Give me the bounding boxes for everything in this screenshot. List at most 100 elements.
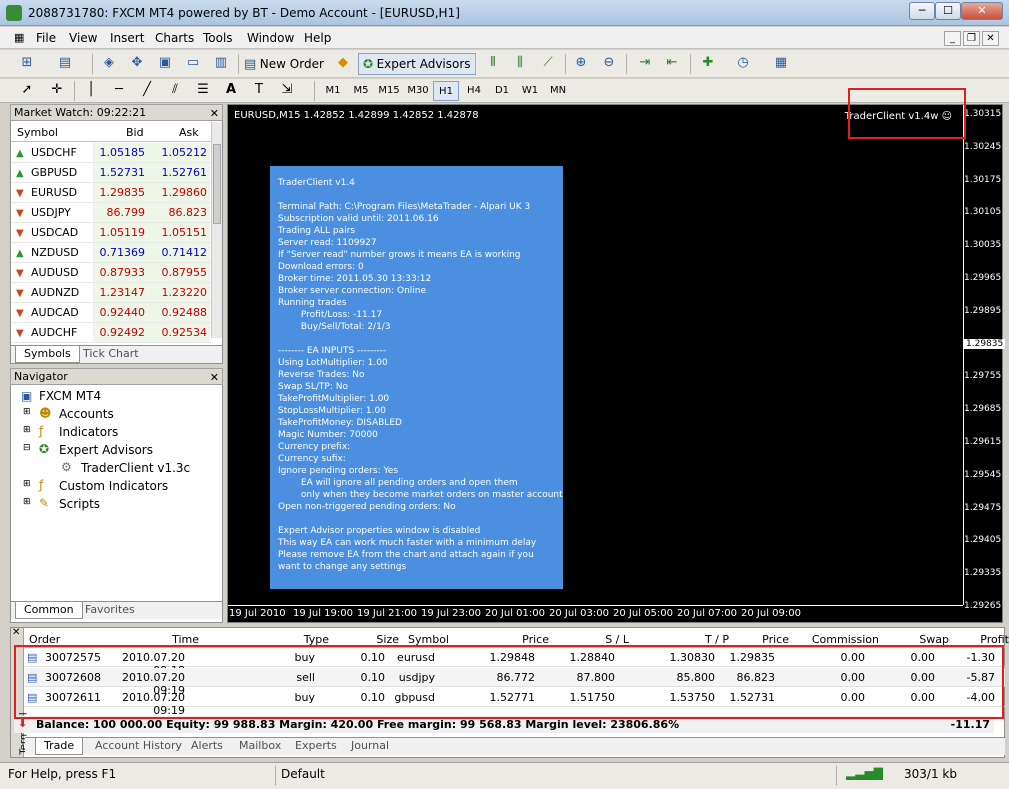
bid-value: 1.05185 (93, 143, 148, 162)
tab-symbols[interactable]: Symbols (15, 346, 80, 363)
channel-icon[interactable]: ⫽ (164, 80, 186, 100)
symbol-name: NZDUSD (31, 246, 79, 259)
mdi-minimize-button[interactable]: _ (944, 31, 961, 46)
market-watch-row[interactable]: ▼ USDJPY 86.799 86.823 (11, 203, 211, 223)
maximize-button[interactable]: ☐ (935, 2, 961, 20)
collapse-icon[interactable]: ⊟ (23, 443, 31, 453)
col-symbol[interactable]: Symbol (17, 126, 58, 139)
metaeditor-icon[interactable]: ◆ (332, 53, 354, 73)
nav-item-root[interactable]: FXCM MT4 (39, 389, 101, 403)
new-chart-icon[interactable]: ⊞ (16, 53, 38, 73)
tab-alerts[interactable]: Alerts (183, 738, 231, 755)
tab-tick-chart[interactable]: Tick Chart (75, 346, 147, 363)
chart-menu-icon[interactable]: ▦ (14, 31, 24, 44)
profiles-icon[interactable]: ▤ (54, 53, 76, 73)
nav-item-accounts[interactable]: Accounts (59, 407, 114, 421)
tf-m30[interactable]: M30 (405, 81, 431, 101)
market-watch-row[interactable]: ▲ GBPUSD 1.52731 1.52761 (11, 163, 211, 183)
tf-d1[interactable]: D1 (489, 81, 515, 101)
text-icon[interactable]: A (220, 80, 242, 100)
cursor-icon[interactable]: ➚ (16, 80, 38, 100)
tf-w1[interactable]: W1 (517, 81, 543, 101)
market-watch-row[interactable]: ▲ USDCHF 1.05185 1.05212 (11, 143, 211, 163)
status-bar: For Help, press F1 Default ▂▃▅▇ 303/1 kb (0, 762, 1009, 789)
periods-icon[interactable]: ◷ (732, 53, 754, 73)
tf-h4[interactable]: H4 (461, 81, 487, 101)
zoom-in-icon[interactable]: ⊕ (570, 53, 592, 73)
close-icon[interactable]: ✕ (210, 370, 219, 386)
close-icon[interactable]: ✕ (210, 106, 219, 122)
menu-charts[interactable]: Charts (155, 31, 194, 45)
expand-icon[interactable]: ⊞ (23, 479, 31, 489)
tester-icon[interactable]: ▥ (210, 53, 232, 73)
tab-favorites[interactable]: Favorites (77, 602, 143, 619)
menu-window[interactable]: Window (247, 31, 294, 45)
tab-trade[interactable]: Trade (35, 738, 84, 755)
expert-advisors-button[interactable]: ✪ Expert Advisors (358, 53, 476, 75)
data-window-icon[interactable]: ✥ (126, 53, 148, 73)
menu-view[interactable]: View (69, 31, 97, 45)
chart-window[interactable]: EURUSD,M15 1.42852 1.42899 1.42852 1.428… (227, 104, 1006, 623)
minimize-button[interactable]: ─ (909, 2, 935, 20)
line-chart-icon[interactable]: ⟋ (537, 53, 559, 73)
tf-mn[interactable]: MN (545, 81, 571, 101)
tab-account-history[interactable]: Account History (87, 738, 190, 755)
ea-info-line: Download errors: 0 (278, 262, 364, 272)
col-ask[interactable]: Ask (179, 126, 199, 139)
tab-journal[interactable]: Journal (343, 738, 397, 755)
menu-tools[interactable]: Tools (203, 31, 233, 45)
close-icon[interactable]: ✕ (12, 627, 20, 638)
templates-icon[interactable]: ▦ (770, 53, 792, 73)
ask-value: 1.52761 (148, 163, 210, 182)
trendline-icon[interactable]: ╱ (136, 80, 158, 100)
horizontal-line-icon[interactable]: ─ (108, 80, 130, 100)
market-watch-row[interactable]: ▼ AUDCAD 0.92440 0.92488 (11, 303, 211, 323)
indicators-list-icon[interactable]: ✚ (697, 53, 719, 73)
candlestick-icon[interactable]: ⫼ (509, 53, 531, 73)
market-watch-row[interactable]: ▼ AUDUSD 0.87933 0.87955 (11, 263, 211, 283)
nav-item-custom-indicators[interactable]: Custom Indicators (59, 479, 168, 493)
nav-item-expert-advisors[interactable]: Expert Advisors (59, 443, 153, 457)
close-button[interactable]: ✕ (961, 2, 1003, 20)
terminal-icon[interactable]: ▭ (182, 53, 204, 73)
tf-m15[interactable]: M15 (376, 81, 402, 101)
arrows-icon[interactable]: ⇲ (276, 80, 298, 100)
ea-info-line: Using LotMultiplier: 1.00 (278, 358, 388, 368)
tab-mailbox[interactable]: Mailbox (231, 738, 289, 755)
mdi-close-button[interactable]: ✕ (982, 31, 999, 46)
tf-m1[interactable]: M1 (320, 81, 346, 101)
col-bid[interactable]: Bid (126, 126, 144, 139)
market-watch-row[interactable]: ▼ EURUSD 1.29835 1.29860 (11, 183, 211, 203)
expand-icon[interactable]: ⊞ (23, 425, 31, 435)
fibonacci-icon[interactable]: ☰ (192, 80, 214, 100)
menu-insert[interactable]: Insert (110, 31, 144, 45)
new-order-button[interactable]: ▤ New Order (244, 54, 324, 74)
market-watch-row[interactable]: ▼ AUDCHF 0.92492 0.92534 (11, 323, 211, 343)
menu-help[interactable]: Help (304, 31, 331, 45)
nav-item-indicators[interactable]: Indicators (59, 425, 118, 439)
mdi-restore-button[interactable]: ❐ (963, 31, 980, 46)
market-watch-scrollbar[interactable] (211, 122, 222, 338)
chart-shift-icon[interactable]: ⇤ (661, 53, 683, 73)
tf-m5[interactable]: M5 (348, 81, 374, 101)
menu-file[interactable]: File (36, 31, 56, 45)
market-watch-row[interactable]: ▼ AUDNZD 1.23147 1.23220 (11, 283, 211, 303)
window-title: 2088731780: FXCM MT4 powered by BT - Dem… (28, 6, 460, 20)
bar-chart-icon[interactable]: ⫴ (482, 53, 504, 73)
market-watch-row[interactable]: ▼ USDCAD 1.05119 1.05151 (11, 223, 211, 243)
tf-h1[interactable]: H1 (433, 81, 459, 101)
zoom-out-icon[interactable]: ⊖ (598, 53, 620, 73)
market-watch-row[interactable]: ▲ NZDUSD 0.71369 0.71412 (11, 243, 211, 263)
expand-icon[interactable]: ⊞ (23, 497, 31, 507)
market-watch-icon[interactable]: ◈ (98, 53, 120, 73)
tab-experts[interactable]: Experts (287, 738, 345, 755)
expand-icon[interactable]: ⊞ (23, 407, 31, 417)
crosshair-icon[interactable]: ✛ (46, 80, 68, 100)
tab-common[interactable]: Common (15, 602, 83, 619)
text-label-icon[interactable]: T (248, 80, 270, 100)
auto-scroll-icon[interactable]: ⇥ (634, 53, 656, 73)
navigator-icon[interactable]: ▣ (154, 53, 176, 73)
vertical-line-icon[interactable]: │ (80, 80, 102, 100)
nav-item-traderclient[interactable]: TraderClient v1.3c (81, 461, 190, 475)
nav-item-scripts[interactable]: Scripts (59, 497, 100, 511)
